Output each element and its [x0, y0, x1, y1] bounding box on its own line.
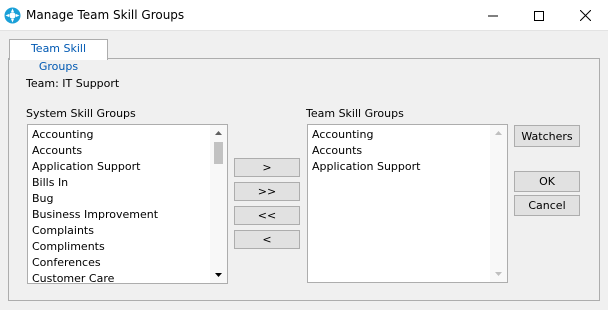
close-icon [579, 10, 591, 21]
cancel-button[interactable]: Cancel [514, 195, 580, 216]
list-item[interactable]: Bills In [32, 175, 68, 191]
ok-button[interactable]: OK [514, 171, 580, 192]
system-skill-groups-label: System Skill Groups [26, 107, 136, 120]
window-title: Manage Team Skill Groups [26, 8, 185, 22]
list-item[interactable]: Accounting [32, 127, 93, 143]
list-item[interactable]: Accounts [32, 143, 82, 159]
list-item[interactable]: Conferences [32, 255, 101, 271]
list-item[interactable]: Compliments [32, 239, 105, 255]
minimize-button[interactable] [470, 0, 516, 31]
list-item[interactable]: Application Support [32, 159, 140, 175]
title-bar: Manage Team Skill Groups [0, 0, 608, 31]
list-item[interactable]: Accounting [312, 127, 373, 143]
team-skill-groups-label: Team Skill Groups [306, 107, 404, 120]
scroll-down-arrow-icon[interactable] [490, 266, 507, 282]
system-skill-groups-list[interactable]: Accounting Accounts Application Support Bil… [27, 124, 228, 284]
maximize-button[interactable] [516, 0, 562, 31]
tab-team-skill-groups[interactable]: Team Skill Groups [9, 39, 108, 73]
scroll-down-arrow-icon[interactable] [210, 267, 227, 283]
add-all-button[interactable]: >> [234, 182, 300, 201]
minimize-icon [488, 11, 498, 21]
maximize-icon [534, 10, 544, 21]
watchers-button[interactable]: Watchers [514, 125, 580, 147]
add-selected-button[interactable]: > [234, 158, 300, 177]
list-item[interactable]: Complaints [32, 223, 94, 239]
scroll-up-arrow-icon[interactable] [210, 125, 227, 141]
tab-panel: Team: IT Support System Skill Groups Acc… [8, 58, 600, 301]
close-button[interactable] [562, 0, 608, 31]
remove-selected-button[interactable]: < [234, 230, 300, 249]
team-skill-groups-list[interactable]: Accounting Accounts Application Support [307, 124, 508, 283]
remove-all-button[interactable]: << [234, 206, 300, 225]
team-label: Team: IT Support [26, 77, 120, 90]
scroll-up-arrow-icon[interactable] [490, 125, 507, 141]
list-item[interactable]: Application Support [312, 159, 420, 175]
list-item[interactable]: Bug [32, 191, 54, 207]
list-item[interactable]: Business Improvement [32, 207, 158, 223]
list-item[interactable]: Accounts [312, 143, 362, 159]
system-list-scroll-thumb[interactable] [214, 142, 223, 164]
app-logo-icon [4, 7, 21, 24]
team-list-scrollbar[interactable] [490, 125, 507, 282]
list-item[interactable]: Customer Care [32, 271, 114, 283]
system-list-scrollbar[interactable] [210, 125, 227, 283]
